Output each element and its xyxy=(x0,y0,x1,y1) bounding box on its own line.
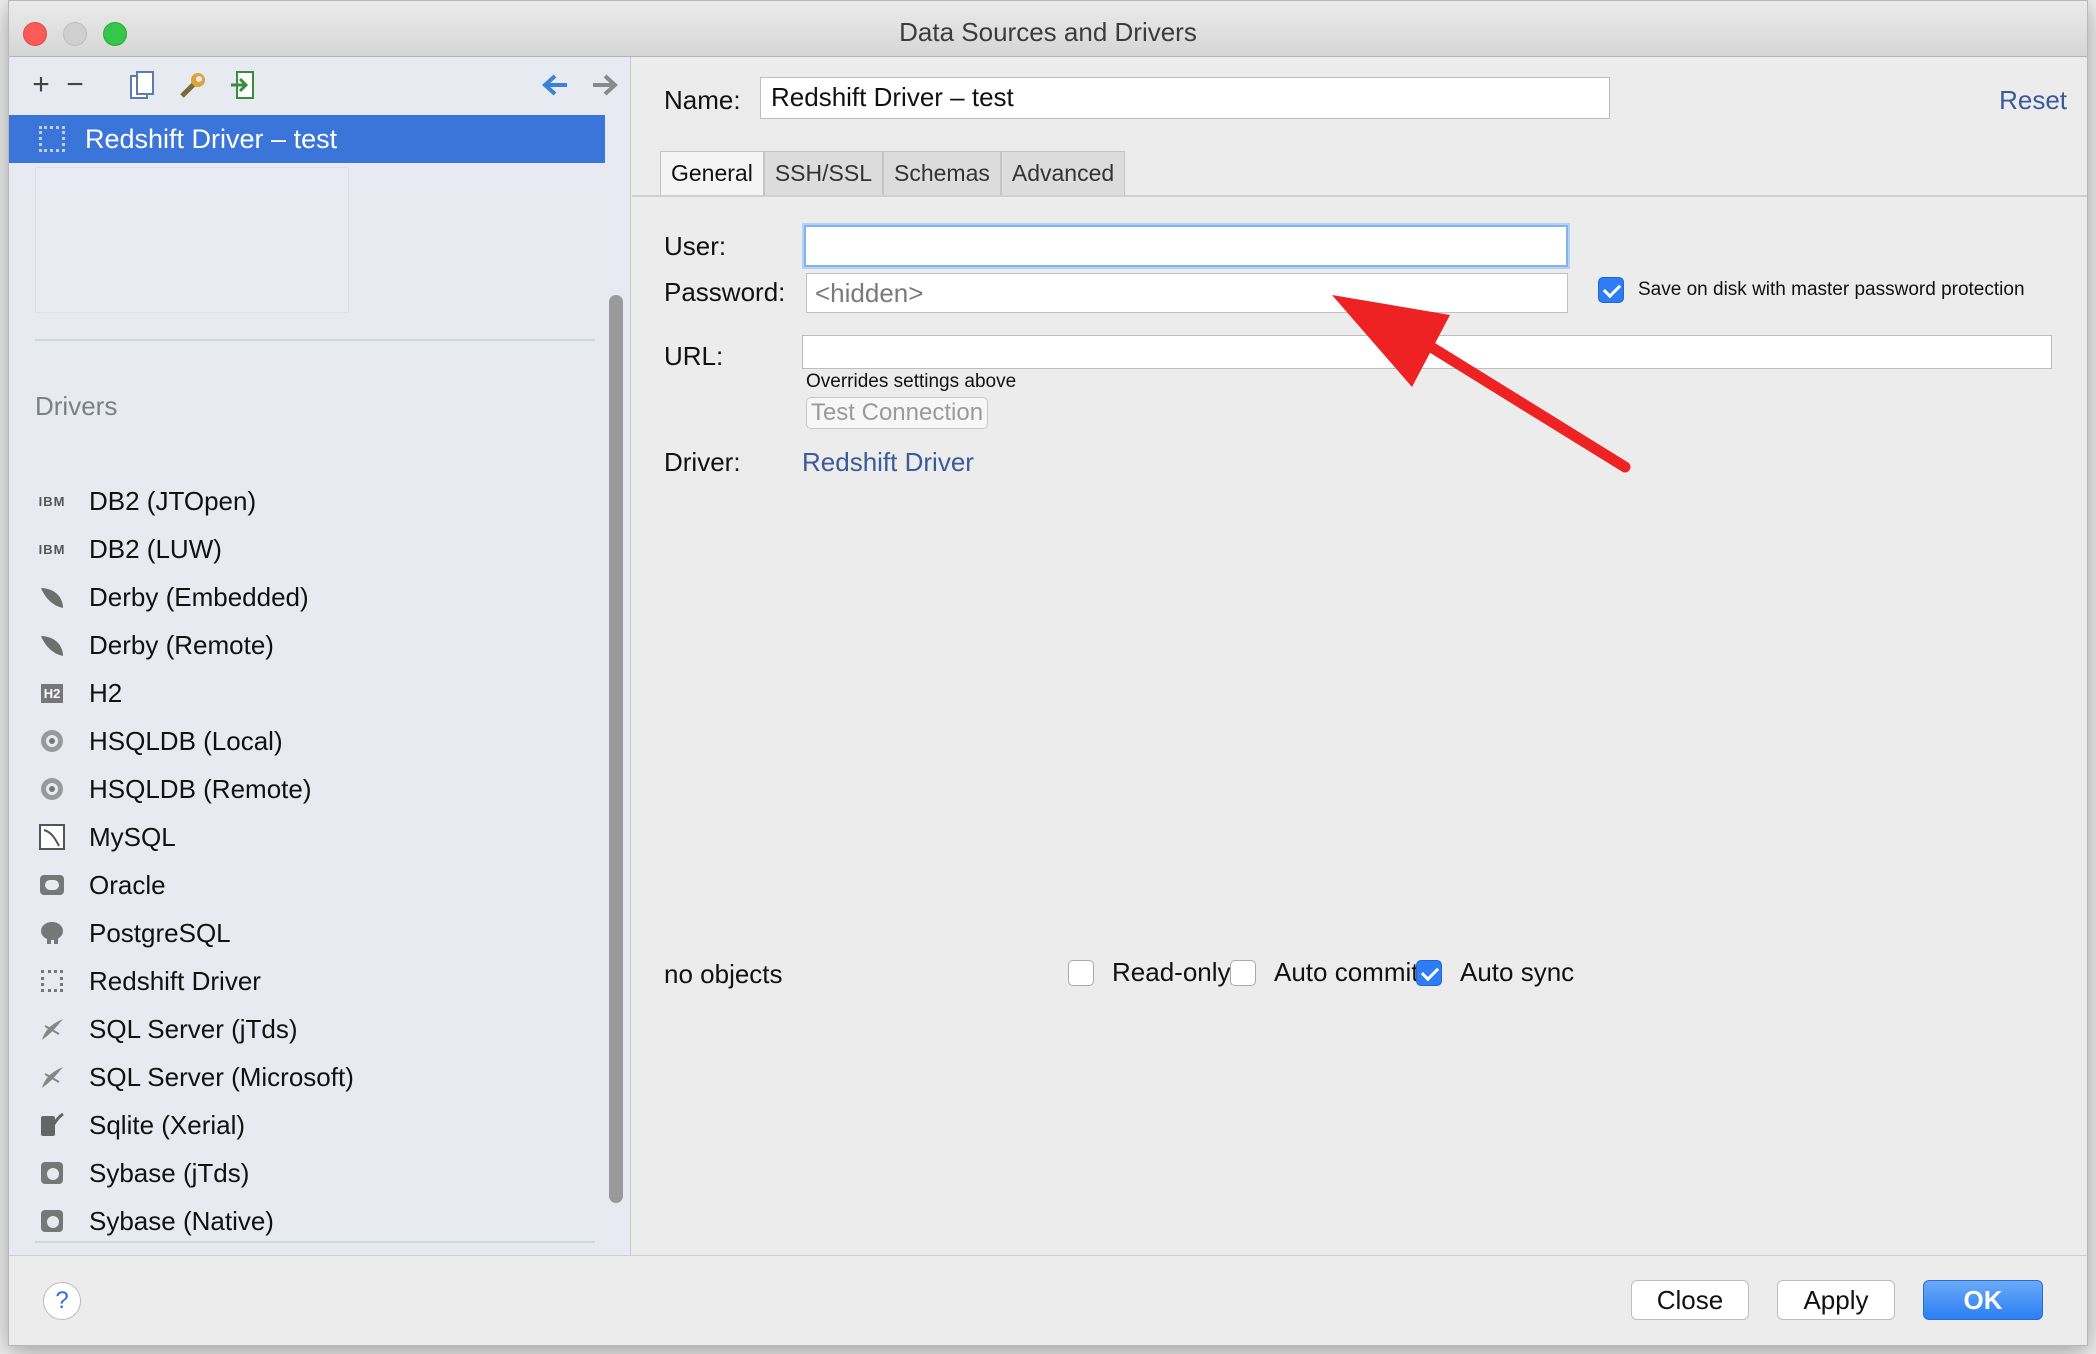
driver-item-mysql[interactable]: MySQL xyxy=(37,813,597,861)
left-toolbar: + − xyxy=(9,57,630,113)
ok-button[interactable]: OK xyxy=(1923,1280,2043,1320)
driver-item-postgresql[interactable]: PostgreSQL xyxy=(37,909,597,957)
driver-label: Derby (Remote) xyxy=(89,629,274,660)
driver-label: Derby (Embedded) xyxy=(89,581,309,612)
divider xyxy=(35,339,595,341)
remove-icon[interactable]: − xyxy=(57,67,93,103)
driver-item-sqlserver-jtds[interactable]: SQL Server (jTds) xyxy=(37,1005,597,1053)
driver-label: Redshift Driver xyxy=(89,965,261,996)
derby-feather-icon xyxy=(37,630,67,660)
driver-label: HSQLDB (Remote) xyxy=(89,773,312,804)
driver-label: PostgreSQL xyxy=(89,917,231,948)
driver-label: Oracle xyxy=(89,869,166,900)
sqlserver-icon xyxy=(37,1062,67,1092)
back-arrow-icon[interactable] xyxy=(537,67,573,103)
ibm-icon: IBM xyxy=(38,541,66,557)
data-source-item-selected[interactable]: Redshift Driver – test xyxy=(9,115,605,163)
driver-item-oracle[interactable]: Oracle xyxy=(37,861,597,909)
window-title: Data Sources and Drivers xyxy=(899,17,1197,47)
mysql-icon xyxy=(37,822,67,852)
driver-item-derby-embedded[interactable]: Derby (Embedded) xyxy=(37,573,597,621)
drivers-heading: Drivers xyxy=(35,391,118,421)
left-scrollbar[interactable] xyxy=(609,295,623,1203)
help-button[interactable]: ? xyxy=(43,1282,81,1320)
driver-item-sqlite-xerial[interactable]: Sqlite (Xerial) xyxy=(37,1101,597,1149)
remove-glyph: − xyxy=(66,68,84,101)
data-source-label: Redshift Driver – test xyxy=(85,123,338,154)
driver-label: DB2 (JTOpen) xyxy=(89,485,257,516)
close-button[interactable]: Close xyxy=(1631,1280,1749,1320)
read-only-label: Read-only xyxy=(1112,957,1231,987)
driver-label: Sybase (Native) xyxy=(89,1205,274,1236)
auto-sync-label: Auto sync xyxy=(1460,957,1575,987)
status-text: no objects xyxy=(664,959,783,989)
sqlserver-icon xyxy=(37,1014,67,1044)
data-sources-dialog: Data Sources and Drivers + − Redshift Dr… xyxy=(8,0,2088,1346)
sqlite-feather-icon xyxy=(37,1110,67,1140)
dialog-footer: ? Close Apply OK xyxy=(9,1255,2087,1345)
driver-item-db2-luw[interactable]: IBM DB2 (LUW) xyxy=(37,525,597,573)
driver-item-redshift[interactable]: Redshift Driver xyxy=(37,957,597,1005)
hsqldb-icon xyxy=(37,774,67,804)
add-glyph: + xyxy=(32,68,50,101)
read-only-option[interactable]: Read-only xyxy=(1068,957,1231,988)
auto-commit-option[interactable]: Auto commit xyxy=(1230,957,1419,988)
driver-label: DB2 (LUW) xyxy=(89,533,222,564)
auto-sync-option[interactable]: Auto sync xyxy=(1416,957,1574,988)
read-only-checkbox[interactable] xyxy=(1068,959,1094,986)
driver-label: SQL Server (Microsoft) xyxy=(89,1061,354,1092)
data-sources-panel: + − Redshift Driver – test Drivers IBM D… xyxy=(9,57,631,1255)
driver-item-sqlserver-microsoft[interactable]: SQL Server (Microsoft) xyxy=(37,1053,597,1101)
auto-commit-label: Auto commit xyxy=(1274,957,1419,987)
empty-area xyxy=(35,167,349,313)
add-icon[interactable]: + xyxy=(23,67,59,103)
driver-label: Sybase (jTds) xyxy=(89,1157,250,1188)
wrench-icon[interactable] xyxy=(175,67,211,103)
derby-feather-icon xyxy=(37,582,67,612)
driver-label: SQL Server (jTds) xyxy=(89,1013,298,1044)
h2-icon: H2 xyxy=(37,678,67,708)
driver-label: Sqlite (Xerial) xyxy=(89,1109,246,1140)
driver-item-sybase-jtds[interactable]: Sybase (jTds) xyxy=(37,1149,597,1197)
oracle-icon xyxy=(37,870,67,900)
driver-item-sybase-native[interactable]: Sybase (Native) xyxy=(37,1197,597,1245)
postgresql-elephant-icon xyxy=(37,918,67,948)
sybase-icon xyxy=(37,1158,67,1188)
sybase-icon xyxy=(37,1206,67,1236)
driver-item-h2[interactable]: H2 H2 xyxy=(37,669,597,717)
divider xyxy=(35,1241,595,1243)
auto-sync-checkbox[interactable] xyxy=(1416,959,1442,986)
annotation-arrow xyxy=(1332,295,1631,473)
redshift-icon xyxy=(39,126,65,152)
driver-item-derby-remote[interactable]: Derby (Remote) xyxy=(37,621,597,669)
ibm-icon: IBM xyxy=(38,493,66,509)
driver-label: H2 xyxy=(89,677,123,708)
hsqldb-icon xyxy=(37,726,67,756)
apply-button[interactable]: Apply xyxy=(1777,1280,1895,1320)
copy-icon[interactable] xyxy=(125,67,161,103)
forward-arrow-icon[interactable] xyxy=(587,67,623,103)
auto-commit-checkbox[interactable] xyxy=(1230,959,1256,986)
data-source-settings: Name: Redshift Driver – test Reset Gener… xyxy=(632,57,2087,1255)
driver-item-hsqldb-local[interactable]: HSQLDB (Local) xyxy=(37,717,597,765)
driver-item-hsqldb-remote[interactable]: HSQLDB (Remote) xyxy=(37,765,597,813)
driver-label: HSQLDB (Local) xyxy=(89,725,283,756)
title-bar: Data Sources and Drivers xyxy=(9,1,2087,57)
import-icon[interactable] xyxy=(225,67,261,103)
driver-label: MySQL xyxy=(89,821,176,852)
redshift-icon xyxy=(37,966,67,996)
driver-item-db2-jtopen[interactable]: IBM DB2 (JTOpen) xyxy=(37,477,597,525)
drivers-list: IBM DB2 (JTOpen) IBM DB2 (LUW) Derby (Em… xyxy=(37,477,597,1245)
